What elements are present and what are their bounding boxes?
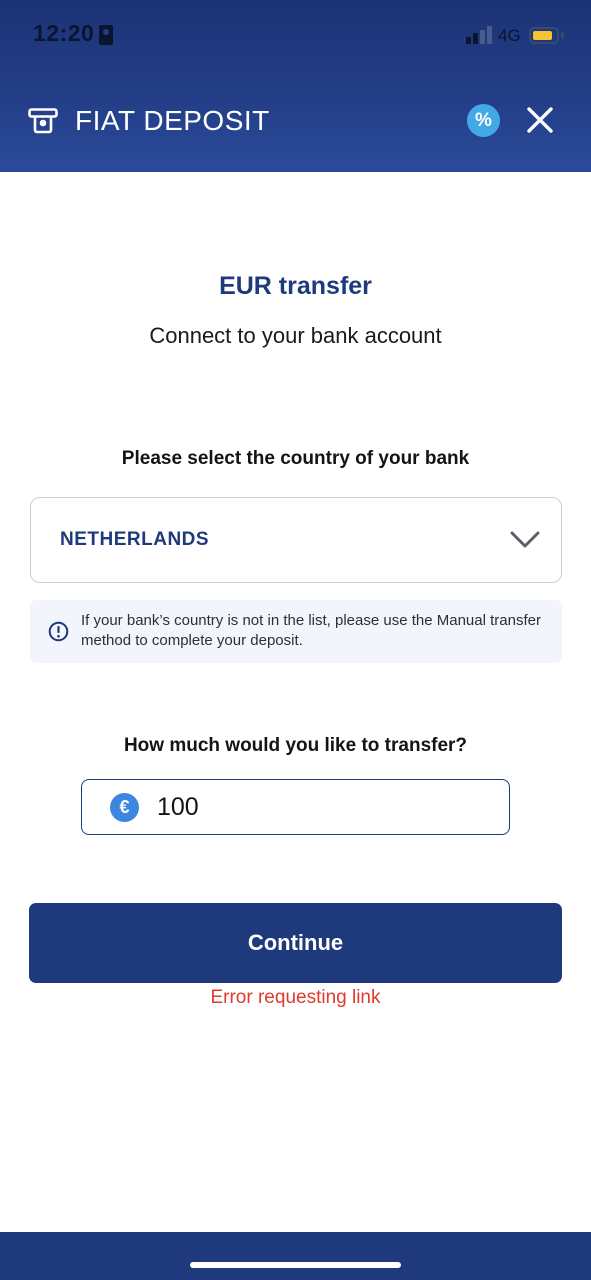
amount-label: How much would you like to transfer? (123, 735, 468, 756)
transfer-subtitle: Connect to your bank account (149, 323, 442, 348)
status-time: 12:20 (33, 20, 95, 46)
network-type: 4G (498, 26, 521, 45)
bottom-bar (0, 1232, 591, 1280)
info-notice: If your bank’s country is not in the lis… (30, 600, 562, 663)
country-select[interactable]: NETHERLANDS (30, 497, 562, 583)
info-icon (48, 621, 69, 642)
transfer-title: EUR transfer (219, 272, 372, 300)
id-badge-icon (99, 25, 113, 45)
page-title: FIAT DEPOSIT (75, 105, 270, 136)
deposit-icon (28, 108, 58, 134)
country-selected-value: NETHERLANDS (60, 529, 210, 550)
battery-level (533, 31, 552, 40)
country-label: Please select the country of your bank (121, 448, 470, 469)
continue-button[interactable]: Continue (29, 903, 562, 983)
page-header: FIAT DEPOSIT % (0, 72, 591, 172)
top-bar: 12:20 4G FIAT DEPOSIT % (0, 0, 591, 172)
info-text: If your bank’s country is not in the lis… (81, 612, 541, 649)
signal-icon (466, 26, 492, 44)
amount-input[interactable]: € 100 (81, 779, 510, 835)
home-indicator[interactable] (190, 1262, 401, 1268)
close-icon[interactable] (524, 104, 556, 136)
amount-value[interactable]: 100 (157, 793, 199, 822)
euro-icon: € (110, 793, 139, 822)
percent-icon[interactable]: % (467, 104, 500, 137)
error-message: Error requesting link (210, 987, 381, 1008)
battery-tip (561, 32, 564, 39)
status-bar: 12:20 4G (0, 0, 591, 72)
chevron-down-icon (510, 531, 540, 548)
battery-icon (529, 27, 559, 44)
